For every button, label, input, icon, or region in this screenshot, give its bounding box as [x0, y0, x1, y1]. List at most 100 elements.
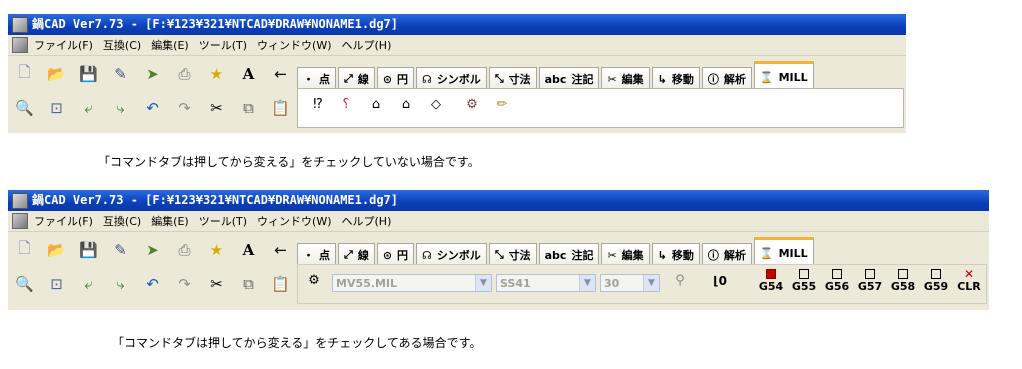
zoom-icon[interactable]: 🔍: [13, 273, 36, 296]
arrow-left-icon[interactable]: ←: [269, 239, 292, 262]
chevron-down-icon[interactable]: ▼: [475, 275, 491, 291]
zoom-prev-icon[interactable]: ⤶: [77, 97, 100, 120]
chevron-down-icon[interactable]: ▼: [579, 275, 595, 291]
area-mm2-icon[interactable]: ⌂: [394, 93, 418, 117]
print-icon[interactable]: ⎙: [173, 239, 196, 262]
g56-button[interactable]: G56: [822, 269, 852, 293]
paste-icon[interactable]: 📋: [269, 273, 292, 296]
value-select[interactable]: 30 ▼: [600, 274, 660, 292]
copy-icon[interactable]: ⧉: [237, 273, 260, 296]
save-icon[interactable]: 💾: [77, 239, 100, 262]
menu-file[interactable]: ファイル(F): [32, 213, 101, 229]
menu-edit[interactable]: 編集(E): [149, 213, 197, 229]
open-icon[interactable]: 📂: [45, 63, 68, 86]
tab-label: シンボル: [436, 73, 481, 86]
redo-icon[interactable]: ↷: [173, 97, 196, 120]
machine-select[interactable]: MV55.MIL ▼: [332, 274, 492, 292]
tab-mill[interactable]: ⌛ MILL: [753, 237, 814, 266]
tab-circle[interactable]: ⊙ 円: [376, 243, 415, 266]
clr-button[interactable]: ✕ CLR: [954, 268, 984, 293]
xy-query-icon[interactable]: ⁉: [306, 93, 330, 117]
tab-dimension[interactable]: ⤡ 寸法: [488, 67, 537, 90]
save-icon[interactable]: 💾: [77, 63, 100, 86]
tab-edit[interactable]: ✂ 編集: [601, 243, 650, 266]
run-icon[interactable]: ➤: [141, 239, 164, 262]
g54-button[interactable]: G54: [756, 269, 786, 293]
print-icon[interactable]: ⎙: [173, 63, 196, 86]
g58-button[interactable]: G58: [888, 269, 918, 293]
g57-button[interactable]: G57: [855, 269, 885, 293]
menu-window[interactable]: ウィンドウ(W): [255, 37, 339, 53]
menu-tools[interactable]: ツール(T): [197, 213, 255, 229]
arrow-left-icon[interactable]: ←: [269, 63, 292, 86]
menu-app-icon[interactable]: [12, 37, 28, 53]
zoom-area-icon[interactable]: ⊡: [45, 97, 68, 120]
edit-icon[interactable]: ✎: [109, 239, 132, 262]
tab-move[interactable]: ↳ 移動: [651, 67, 700, 90]
measure-query-icon[interactable]: ⸮: [334, 93, 358, 117]
zoom-next-icon[interactable]: ⤷: [109, 97, 132, 120]
zoom-next-icon[interactable]: ⤷: [109, 273, 132, 296]
material-select[interactable]: SS41 ▼: [496, 274, 596, 292]
edit-icon[interactable]: ✎: [109, 63, 132, 86]
redo-icon[interactable]: ↷: [173, 273, 196, 296]
probe-icon[interactable]: ⚲: [668, 269, 692, 293]
line-icon: ⤢: [344, 248, 353, 261]
point-icon: ・: [303, 249, 314, 262]
text-icon[interactable]: A: [237, 239, 260, 262]
open-icon[interactable]: 📂: [45, 239, 68, 262]
run-icon[interactable]: ➤: [141, 63, 164, 86]
menu-window[interactable]: ウィンドウ(W): [255, 213, 339, 229]
tab-analysis[interactable]: ⓘ 解析: [701, 243, 752, 266]
tab-label: シンボル: [436, 249, 481, 262]
tab-symbol[interactable]: ☊ シンボル: [416, 243, 487, 266]
menu-compat[interactable]: 互換(C): [101, 213, 149, 229]
tab-annotation[interactable]: abc 注記: [538, 243, 600, 266]
mill-tool-icon[interactable]: ⚙: [302, 269, 326, 293]
menu-compat[interactable]: 互換(C): [101, 37, 149, 53]
g59-button[interactable]: G59: [921, 269, 951, 293]
cut-icon[interactable]: ✂: [205, 273, 228, 296]
zoom-prev-icon[interactable]: ⤶: [77, 273, 100, 296]
menu-app-icon[interactable]: [12, 213, 28, 229]
zoom-area-icon[interactable]: ⊡: [45, 273, 68, 296]
tab-point[interactable]: ・点: [297, 243, 336, 266]
undo-icon[interactable]: ↶: [141, 97, 164, 120]
menu-help[interactable]: ヘルプ(H): [340, 37, 400, 53]
zoom-icon[interactable]: 🔍: [13, 97, 36, 120]
machine-icon[interactable]: ⚙: [460, 93, 484, 117]
offset-icon[interactable]: ⌊0: [702, 269, 738, 293]
star-icon[interactable]: ★: [205, 63, 228, 86]
cut-icon[interactable]: ✂: [205, 97, 228, 120]
menu-file[interactable]: ファイル(F): [32, 37, 101, 53]
menu-tools[interactable]: ツール(T): [197, 37, 255, 53]
annotation-icon: abc: [544, 248, 567, 262]
tab-point[interactable]: ・点: [297, 67, 336, 90]
new-icon[interactable]: 🗋: [13, 63, 36, 86]
tab-circle[interactable]: ⊙ 円: [376, 67, 415, 90]
tab-annotation[interactable]: abc 注記: [538, 67, 600, 90]
area-mm-icon[interactable]: ⌂: [364, 93, 388, 117]
tab-dimension[interactable]: ⤡ 寸法: [488, 243, 537, 266]
pick-point-icon[interactable]: ◇: [424, 93, 448, 117]
tab-mill[interactable]: ⌛ MILL: [753, 61, 814, 90]
menu-edit[interactable]: 編集(E): [149, 37, 197, 53]
g55-button[interactable]: G55: [789, 269, 819, 293]
tab-move[interactable]: ↳ 移動: [651, 243, 700, 266]
tab-edit[interactable]: ✂ 編集: [601, 67, 650, 90]
move-icon: ↳: [657, 72, 667, 86]
tab-line[interactable]: ⤢ 線: [338, 243, 375, 266]
undo-icon[interactable]: ↶: [141, 273, 164, 296]
text-icon[interactable]: A: [237, 63, 260, 86]
tab-line[interactable]: ⤢ 線: [338, 67, 375, 90]
paste-icon[interactable]: 📋: [269, 97, 292, 120]
menu-help[interactable]: ヘルプ(H): [340, 213, 400, 229]
tab-symbol[interactable]: ☊ シンボル: [416, 67, 487, 90]
new-icon[interactable]: 🗋: [13, 239, 36, 262]
tab-label: MILL: [778, 246, 808, 260]
copy-icon[interactable]: ⧉: [237, 97, 260, 120]
tab-analysis[interactable]: ⓘ 解析: [701, 67, 752, 90]
brush-icon[interactable]: ✏: [490, 93, 514, 117]
star-icon[interactable]: ★: [205, 239, 228, 262]
chevron-down-icon[interactable]: ▼: [643, 275, 659, 291]
